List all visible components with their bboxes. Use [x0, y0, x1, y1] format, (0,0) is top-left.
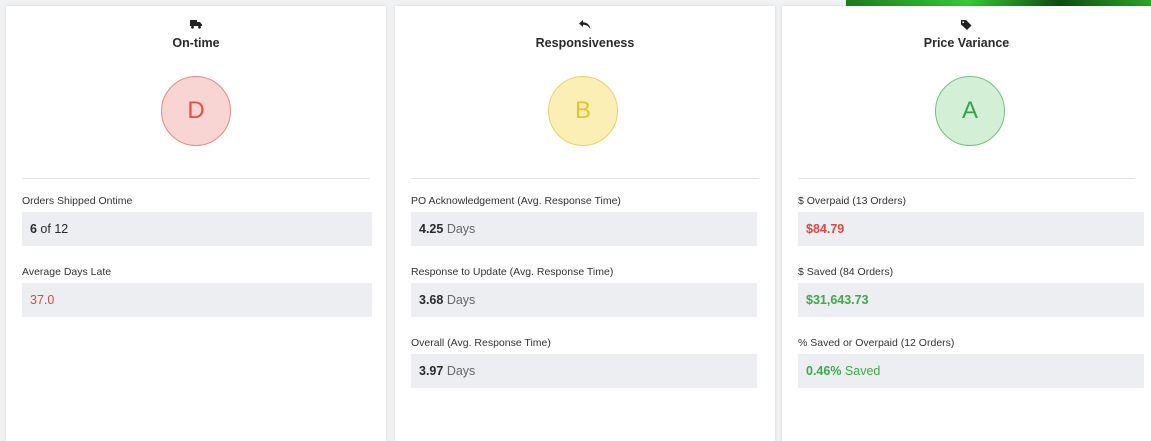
- response-to-update-value: 3.68 Days: [411, 283, 757, 317]
- ontime-metrics: Orders Shipped Ontime 6 of 12 Average Da…: [22, 195, 372, 337]
- orders-shipped-total: of 12: [36, 222, 69, 236]
- price-variance-card: Price Variance A $ Overpaid (13 Orders) …: [782, 6, 1151, 441]
- scorecard-panels: On-time D Orders Shipped Ontime 6 of 12 …: [0, 6, 1151, 441]
- saved-percent: 0.46%: [806, 364, 842, 378]
- responsiveness-card: Responsiveness B PO Acknowledgement (Avg…: [395, 6, 775, 441]
- divider: [798, 178, 1135, 179]
- price-variance-title: Price Variance: [923, 36, 1010, 50]
- divider: [22, 178, 370, 179]
- po-acknowledgement-label: PO Acknowledgement (Avg. Response Time): [411, 195, 621, 207]
- saved-or-overpaid-value: 0.46% Saved: [798, 354, 1144, 388]
- responsiveness-grade-badge: B: [548, 76, 618, 146]
- overall-response-label: Overall (Avg. Response Time): [411, 337, 551, 349]
- po-acknowledgement-number: 4.25: [419, 222, 444, 236]
- orders-shipped-count: 6: [30, 222, 37, 236]
- po-acknowledgement-value: 4.25 Days: [411, 212, 757, 246]
- average-days-late-label: Average Days Late: [22, 266, 112, 278]
- responsiveness-header: Responsiveness: [395, 20, 775, 50]
- responsiveness-title: Responsiveness: [535, 36, 635, 50]
- overpaid-label: $ Overpaid (13 Orders): [798, 195, 906, 207]
- reply-icon: [395, 20, 775, 34]
- ontime-card: On-time D Orders Shipped Ontime 6 of 12 …: [6, 6, 386, 441]
- orders-shipped-ontime-label: Orders Shipped Ontime: [22, 195, 133, 207]
- response-to-update-number: 3.68: [419, 293, 444, 307]
- saved-label: $ Saved (84 Orders): [798, 266, 894, 278]
- saved-percent-unit: Saved: [841, 364, 881, 378]
- ontime-title: On-time: [172, 36, 220, 50]
- price-variance-header: Price Variance: [782, 20, 1151, 50]
- overall-response-unit: Days: [443, 364, 476, 378]
- ontime-grade-badge: D: [161, 76, 231, 146]
- ontime-header: On-time: [6, 20, 386, 50]
- overall-response-value: 3.97 Days: [411, 354, 757, 388]
- price-variance-metrics: $ Overpaid (13 Orders) $84.79 $ Saved (8…: [798, 195, 1144, 408]
- saved-value: $31,643.73: [798, 283, 1144, 317]
- saved-or-overpaid-label: % Saved or Overpaid (12 Orders): [798, 337, 955, 349]
- tag-icon: [782, 20, 1151, 34]
- responsiveness-metrics: PO Acknowledgement (Avg. Response Time) …: [411, 195, 757, 408]
- truck-icon: [6, 20, 386, 34]
- price-variance-grade-badge: A: [935, 76, 1005, 146]
- divider: [411, 178, 759, 179]
- average-days-late-value: 37.0: [22, 283, 372, 317]
- response-to-update-label: Response to Update (Avg. Response Time): [411, 266, 614, 278]
- response-to-update-unit: Days: [443, 293, 476, 307]
- orders-shipped-ontime-value: 6 of 12: [22, 212, 372, 246]
- po-acknowledgement-unit: Days: [443, 222, 476, 236]
- overpaid-value: $84.79: [798, 212, 1144, 246]
- overall-response-number: 3.97: [419, 364, 444, 378]
